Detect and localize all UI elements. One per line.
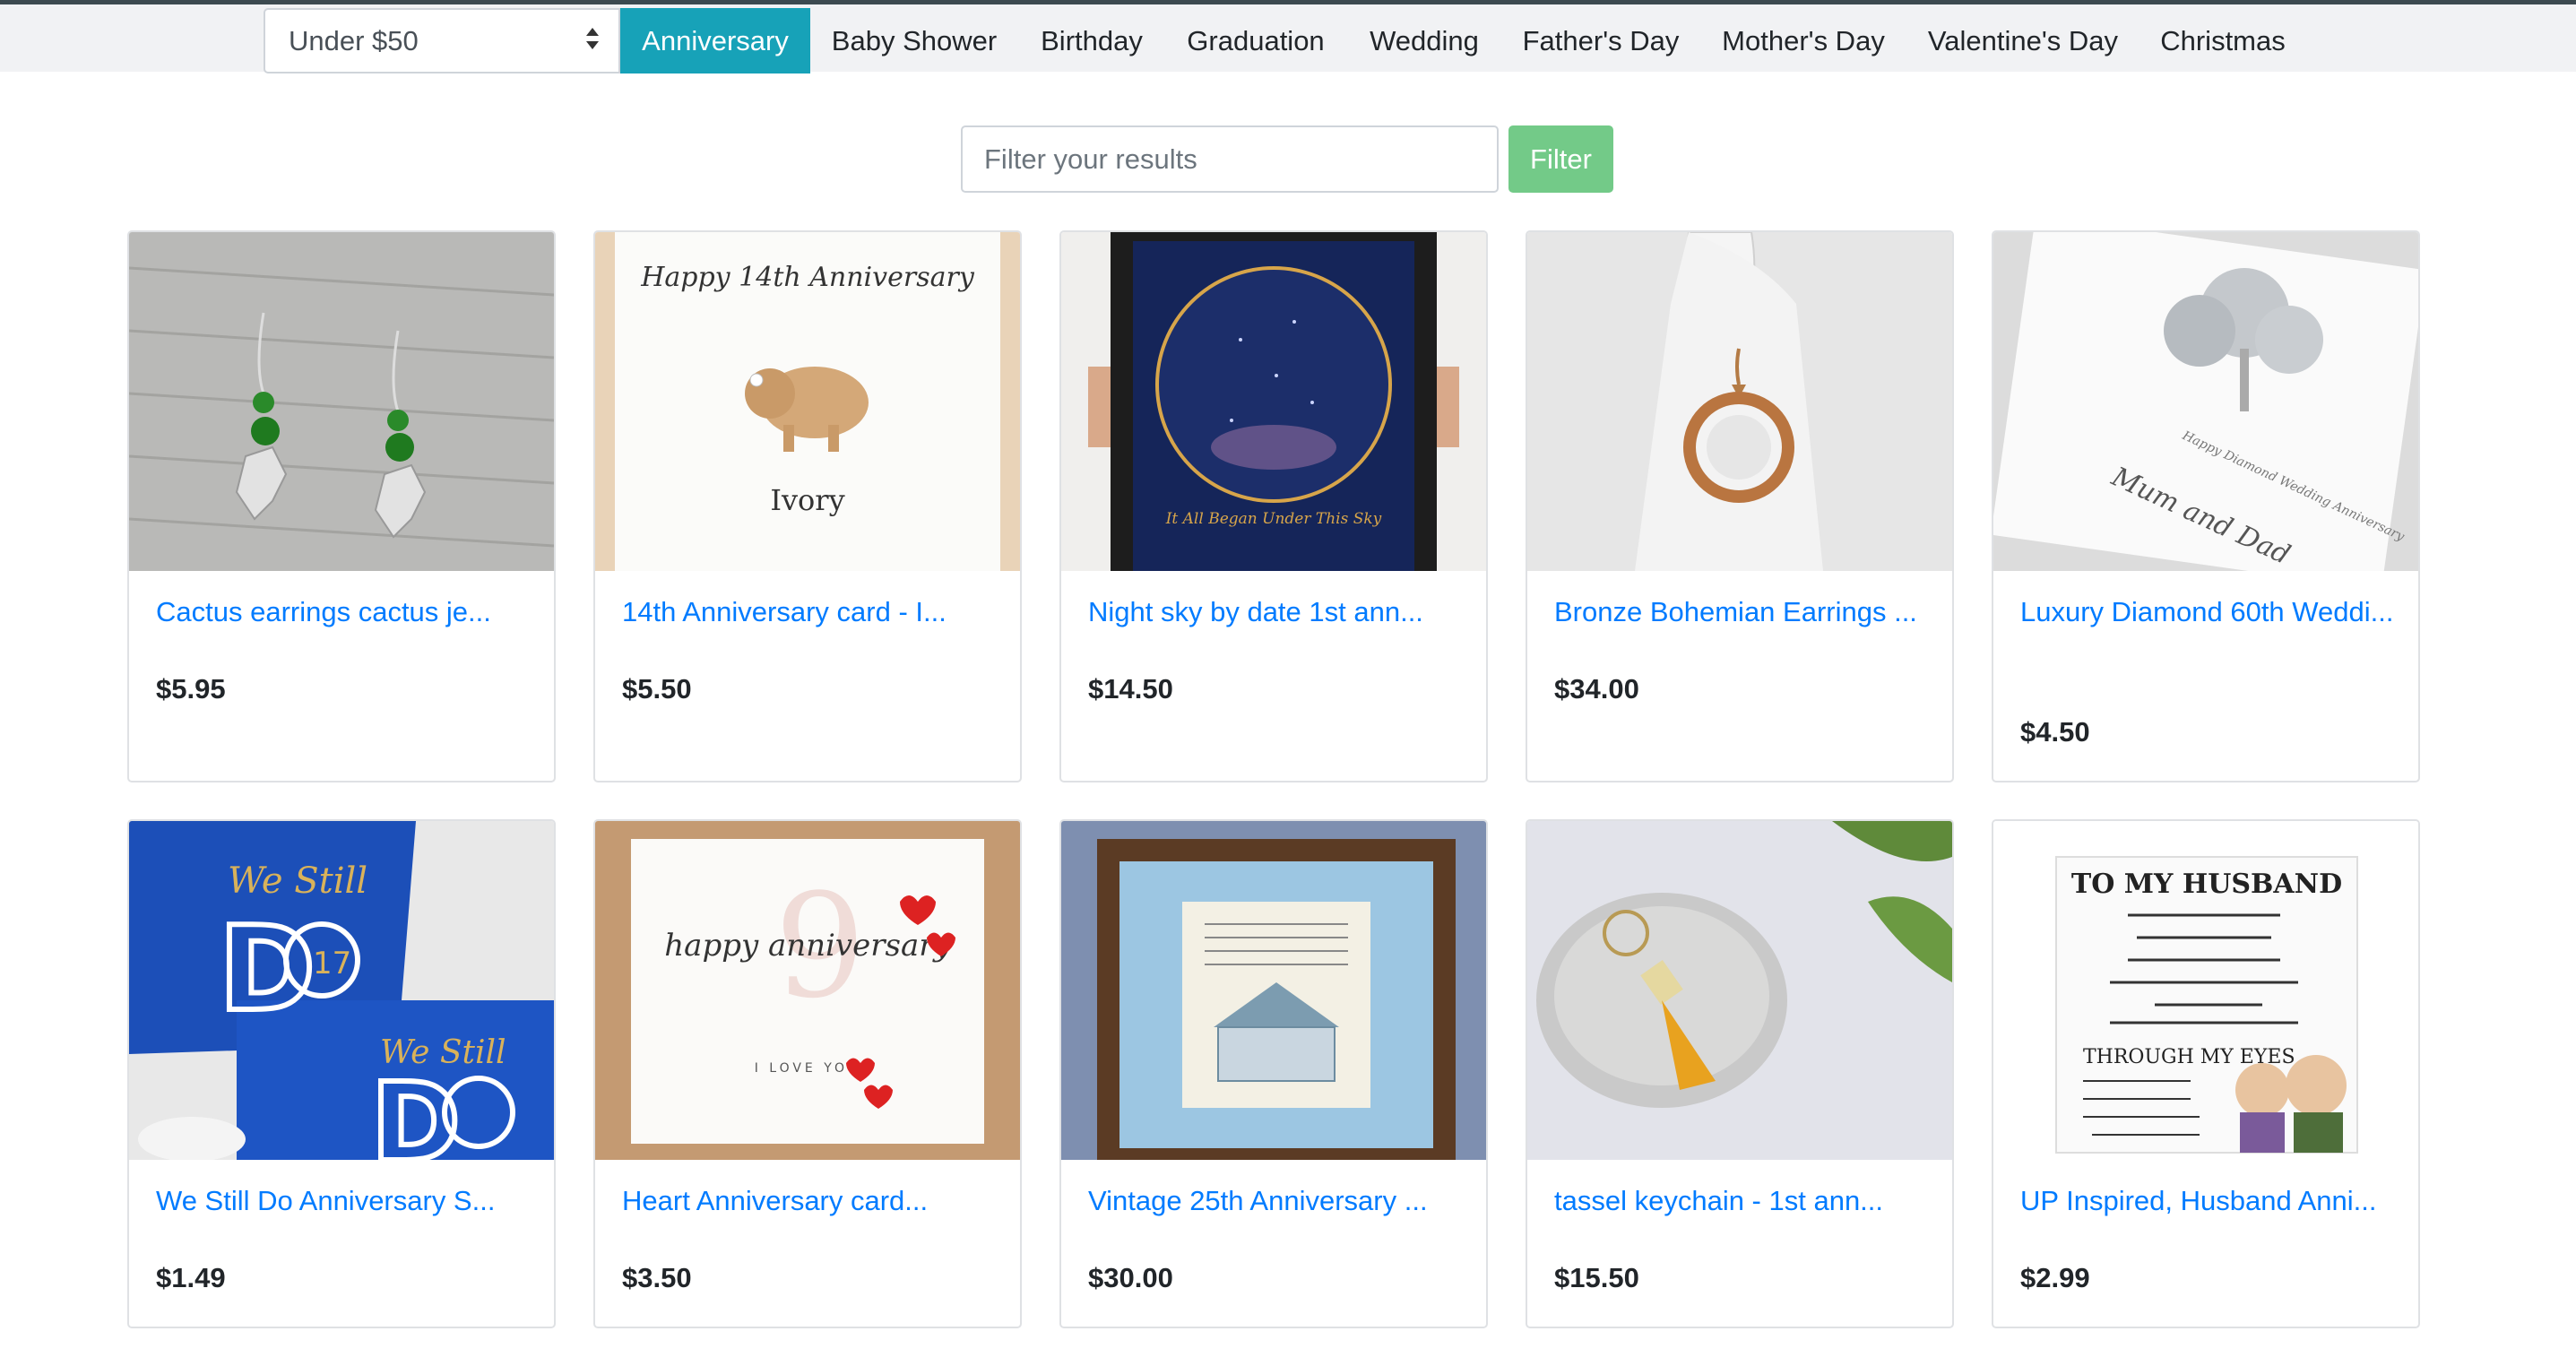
tab-wedding[interactable]: Wedding: [1346, 8, 1502, 73]
product-price: $14.50: [1088, 673, 1173, 705]
tab-mothers-day[interactable]: Mother's Day: [1699, 8, 1907, 73]
product-price: $3.50: [622, 1262, 692, 1293]
tab-anniversary[interactable]: Anniversary: [620, 8, 810, 73]
price-filter-value: Under $50: [289, 24, 419, 56]
product-title-link[interactable]: 14th Anniversary card - I...: [622, 591, 998, 634]
product-card[interactable]: Happy Diamond Wedding Anniversary Mum an…: [1992, 230, 2420, 782]
product-card[interactable]: 9 happy anniversary I LOVE YOU Heart Ann…: [593, 819, 1022, 1328]
product-title-link[interactable]: Luxury Diamond 60th Weddi...: [2020, 591, 2397, 634]
tab-valentines-day[interactable]: Valentine's Day: [1907, 8, 2139, 73]
product-title-link[interactable]: Bronze Bohemian Earrings ...: [1554, 591, 1931, 634]
product-title-link[interactable]: Heart Anniversary card...: [622, 1180, 998, 1223]
product-image-tassel-keychain[interactable]: [1527, 821, 1952, 1160]
card-love-text: I LOVE YOU: [755, 1061, 861, 1076]
product-price: $2.99: [2020, 1262, 2090, 1293]
product-image-cactus-earrings[interactable]: [129, 232, 554, 571]
svg-text:D: D: [219, 901, 316, 1037]
product-image-night-sky-print[interactable]: It All Began Under This Sky: [1061, 232, 1486, 571]
product-card[interactable]: TO MY HUSBAND THROUGH MY EYES UP Inspire…: [1992, 819, 2420, 1328]
filter-results-input[interactable]: [961, 125, 1499, 193]
product-card[interactable]: Bronze Bohemian Earrings ... $34.00: [1526, 230, 1954, 782]
product-image-up-husband-card[interactable]: TO MY HUSBAND THROUGH MY EYES: [1993, 821, 2418, 1160]
price-filter-select[interactable]: Under $50: [264, 8, 620, 73]
product-title-link[interactable]: Night sky by date 1st ann...: [1088, 591, 1465, 634]
product-image-we-still-do-shirts[interactable]: We Still D 17 We Still D: [129, 821, 554, 1160]
product-card[interactable]: Happy 14th Anniversary Ivory 14th Annive…: [593, 230, 1022, 782]
product-title-link[interactable]: Cactus earrings cactus je...: [156, 591, 532, 634]
product-title-link[interactable]: Vintage 25th Anniversary ...: [1088, 1180, 1465, 1223]
product-image-vintage-frame[interactable]: [1061, 821, 1486, 1160]
product-price: $5.95: [156, 673, 226, 705]
filter-button[interactable]: Filter: [1508, 125, 1613, 193]
card-ivory-text: Ivory: [770, 483, 844, 517]
product-image-14th-anniversary-card[interactable]: Happy 14th Anniversary Ivory: [595, 232, 1020, 571]
product-price: $5.50: [622, 673, 692, 705]
product-card[interactable]: It All Began Under This Sky Night sky by…: [1059, 230, 1488, 782]
product-price: $34.00: [1554, 673, 1639, 705]
product-price: $4.50: [2020, 716, 2090, 748]
tab-birthday[interactable]: Birthday: [1018, 8, 1165, 73]
product-image-bronze-earrings[interactable]: [1527, 232, 1952, 571]
product-title-link[interactable]: tassel keychain - 1st ann...: [1554, 1180, 1931, 1223]
product-price: $15.50: [1554, 1262, 1639, 1293]
tab-baby-shower[interactable]: Baby Shower: [810, 8, 1018, 73]
print-caption-text: It All Began Under This Sky: [1165, 510, 1382, 528]
product-card[interactable]: We Still D 17 We Still D We Still Do Ann…: [127, 819, 556, 1328]
category-navbar: Under $50 Anniversary Baby Shower Birthd…: [0, 4, 2576, 73]
product-image-diamond-wedding-card[interactable]: Happy Diamond Wedding Anniversary Mum an…: [1993, 232, 2418, 571]
product-title-link[interactable]: UP Inspired, Husband Anni...: [2020, 1180, 2397, 1223]
shirt-number-text: 17: [313, 946, 351, 981]
card-heading-text: TO MY HUSBAND: [2071, 869, 2342, 900]
tab-graduation[interactable]: Graduation: [1165, 8, 1346, 73]
shirt-print-text: We Still: [228, 860, 367, 902]
select-arrows-icon: [586, 28, 599, 55]
tab-christmas[interactable]: Christmas: [2139, 8, 2307, 73]
product-price: $1.49: [156, 1262, 226, 1293]
product-card[interactable]: Vintage 25th Anniversary ... $30.00: [1059, 819, 1488, 1328]
product-card[interactable]: tassel keychain - 1st ann... $15.50: [1526, 819, 1954, 1328]
product-card[interactable]: Cactus earrings cactus je... $5.95: [127, 230, 556, 782]
card-greeting-text: Happy 14th Anniversary: [640, 262, 975, 293]
card-greeting-text: happy anniversary: [664, 928, 951, 964]
tab-fathers-day[interactable]: Father's Day: [1502, 8, 1699, 73]
product-title-link[interactable]: We Still Do Anniversary S...: [156, 1180, 532, 1223]
product-image-heart-anniversary-card[interactable]: 9 happy anniversary I LOVE YOU: [595, 821, 1020, 1160]
product-price: $30.00: [1088, 1262, 1173, 1293]
